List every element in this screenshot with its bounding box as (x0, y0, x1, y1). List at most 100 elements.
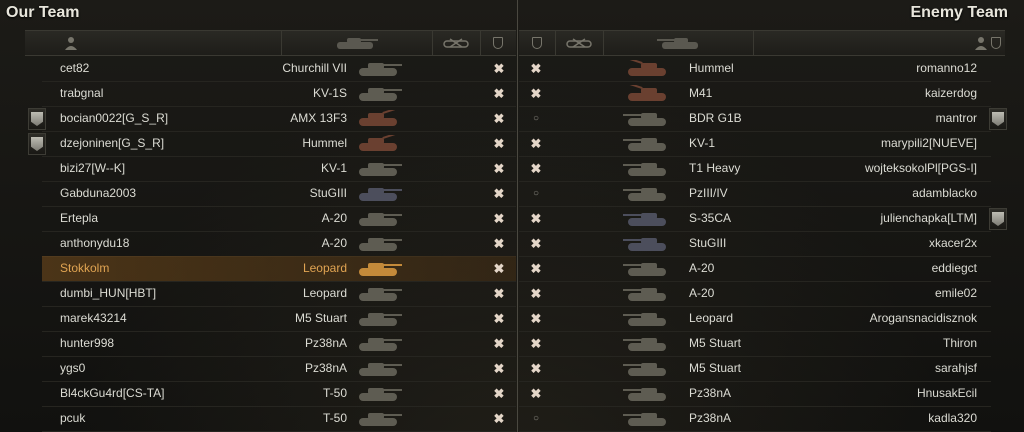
vehicle-name: BDR G1B (689, 111, 742, 125)
frags-column-header[interactable] (432, 31, 481, 55)
enemy-frags-column-header[interactable] (555, 31, 604, 55)
enemy-player-column-header[interactable] (753, 31, 1005, 55)
enemy-badge-column-header[interactable] (985, 31, 1007, 55)
our-team-row[interactable]: pcuk T-50 ✖ (42, 406, 516, 432)
our-team-row[interactable]: marek43214 M5 Stuart ✖ (42, 306, 516, 332)
player-name: julienchapka[LTM] (880, 211, 978, 225)
player-name: Gabduna2003 (60, 186, 137, 200)
our-team-row[interactable]: cet82 Churchill VII ✖ (42, 56, 516, 82)
enemy-team-row[interactable]: emile02 A-20 ✖ (519, 281, 991, 307)
destroyed-icon: ✖ (530, 61, 542, 76)
destroyed-icon: ✖ (530, 286, 542, 301)
tank-icon (359, 313, 402, 326)
enemy-team-row[interactable]: wojteksokolPl[PGS-I] T1 Heavy ✖ (519, 156, 991, 182)
player-name: dzejoninen[G_S_R] (60, 136, 165, 150)
player-name: marypili2[NUEVE] (880, 136, 977, 150)
enemy-team-row[interactable]: kaizerdog M41 ✖ (519, 81, 991, 107)
player-name: pcuk (60, 411, 86, 425)
our-team-row[interactable]: Stokkolm Leopard ✖ (42, 256, 516, 282)
vehicle-name: Pz38nA (304, 361, 347, 375)
destroyed-icon: ✖ (493, 411, 505, 426)
destroyed-icon: ✖ (530, 386, 542, 401)
our-team-row[interactable]: Gabduna2003 StuGIII ✖ (42, 181, 516, 207)
our-team-row[interactable]: dzejoninen[G_S_R] Hummel ✖ (42, 131, 516, 157)
vehicle-name: A-20 (689, 261, 715, 275)
vehicle-name: Churchill VII (282, 61, 347, 75)
enemy-status-column-header[interactable] (519, 31, 556, 55)
alive-icon: ○ (532, 113, 540, 124)
shield-icon (532, 37, 542, 49)
vehicle-name: M41 (689, 86, 713, 100)
tank-icon (623, 313, 666, 326)
our-team-row[interactable]: hunter998 Pz38nA ✖ (42, 331, 516, 357)
tank-icon (623, 85, 666, 101)
enemy-team-row[interactable]: Thiron M5 Stuart ✖ (519, 331, 991, 357)
frags-icon (442, 37, 470, 49)
enemy-team-row[interactable]: Arogansnacidisznok Leopard ✖ (519, 306, 991, 332)
vehicle-name: Pz38nA (689, 386, 732, 400)
destroyed-icon: ✖ (493, 261, 505, 276)
badge-icon[interactable] (28, 133, 46, 155)
vehicle-name: Pz38nA (689, 411, 732, 425)
player-name: bizi27[W--K] (60, 161, 126, 175)
destroyed-icon: ✖ (530, 211, 542, 226)
vehicle-name: Leopard (302, 286, 347, 300)
tank-icon (623, 388, 666, 401)
player-column-header[interactable] (47, 31, 282, 55)
our-team-row[interactable]: Bl4ckGu4rd[CS-TA] T-50 ✖ (42, 381, 516, 407)
player-name: eddiegct (931, 261, 977, 275)
user-icon (65, 36, 77, 50)
our-team-row[interactable]: Ertepla A-20 ✖ (42, 206, 516, 232)
tank-icon (359, 188, 402, 201)
tank-icon (623, 363, 666, 376)
destroyed-icon: ✖ (530, 311, 542, 326)
badge-icon[interactable] (989, 108, 1007, 130)
badge-icon[interactable] (989, 208, 1007, 230)
enemy-team-row[interactable]: adamblacko PzIII/IV ○ (519, 181, 991, 207)
player-name: cet82 (60, 61, 90, 75)
destroyed-icon: ✖ (493, 386, 505, 401)
vehicle-name: Leopard (689, 311, 734, 325)
enemy-team-row[interactable]: eddiegct A-20 ✖ (519, 256, 991, 282)
destroyed-icon: ✖ (493, 211, 505, 226)
enemy-team-row[interactable]: mantror BDR G1B ○ (519, 106, 991, 132)
tank-icon (359, 413, 402, 426)
enemy-vehicle-column-header[interactable] (603, 31, 754, 55)
enemy-team-row[interactable]: sarahjsf M5 Stuart ✖ (519, 356, 991, 382)
vehicle-name: KV-1 (689, 136, 716, 150)
player-name: trabgnal (60, 86, 104, 100)
tank-icon (359, 163, 402, 176)
tank-icon (623, 338, 666, 351)
tank-icon (359, 263, 402, 276)
enemy-team-row[interactable]: romanno12 Hummel ✖ (519, 56, 991, 82)
enemy-team-row[interactable]: HnusakEcil Pz38nA ✖ (519, 381, 991, 407)
enemy-team-row[interactable]: kadla320 Pz38nA ○ (519, 406, 991, 432)
tank-icon (359, 363, 402, 376)
our-team-row[interactable]: trabgnal KV-1S ✖ (42, 81, 516, 107)
tank-icon (623, 238, 666, 251)
enemy-team-row[interactable]: xkacer2x StuGIII ✖ (519, 231, 991, 257)
medal-icon (992, 212, 1004, 226)
our-team-row[interactable]: ygs0 Pz38nA ✖ (42, 356, 516, 382)
our-team-row[interactable]: dumbi_HUN[HBT] Leopard ✖ (42, 281, 516, 307)
enemy-team-row[interactable]: marypili2[NUEVE] KV-1 ✖ (519, 131, 991, 157)
destroyed-icon: ✖ (530, 236, 542, 251)
our-team-row[interactable]: bocian0022[G_S_R] AMX 13F3 ✖ (42, 106, 516, 132)
tank-icon (359, 63, 402, 76)
destroyed-icon: ✖ (493, 136, 505, 151)
player-name: sarahjsf (934, 361, 977, 375)
player-name: Ertepla (60, 211, 99, 225)
enemy-team-row[interactable]: julienchapka[LTM] S-35CA ✖ (519, 206, 991, 232)
our-team-row[interactable]: anthonydu18 A-20 ✖ (42, 231, 516, 257)
vehicle-name: KV-1 (320, 161, 347, 175)
vehicle-column-header[interactable] (282, 31, 433, 55)
vehicle-name: S-35CA (689, 211, 732, 225)
destroyed-icon: ✖ (493, 361, 505, 376)
vehicle-name: A-20 (321, 236, 347, 250)
our-team-row[interactable]: bizi27[W--K] KV-1 ✖ (42, 156, 516, 182)
badge-icon[interactable] (28, 108, 46, 130)
player-name: Bl4ckGu4rd[CS-TA] (60, 386, 165, 400)
vehicle-name: T1 Heavy (689, 161, 741, 175)
player-name: kaizerdog (924, 86, 977, 100)
status-column-header[interactable] (480, 31, 515, 55)
